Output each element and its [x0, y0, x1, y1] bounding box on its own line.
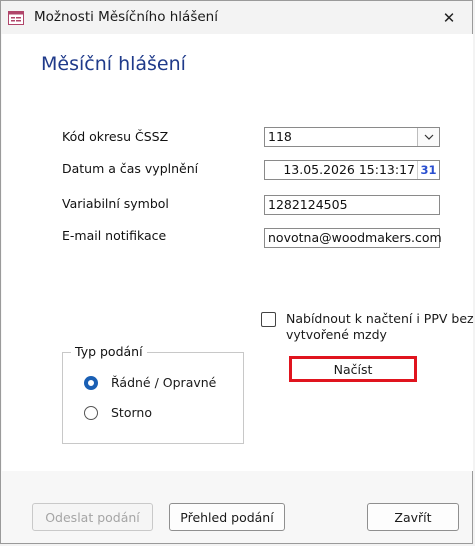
datum-value: 13.05.2026 15:13:17: [283, 162, 415, 177]
radio-unselected-icon[interactable]: [84, 406, 98, 420]
send-label: Odeslat podání: [45, 509, 140, 525]
radio-radne-label: Řádné / Opravné: [111, 375, 217, 390]
page-title: Měsíční hlášení: [41, 53, 186, 75]
radio-storno-label: Storno: [111, 405, 152, 420]
variabilni-field[interactable]: 1282124505: [264, 195, 440, 215]
overview-button[interactable]: Přehled podání: [169, 503, 285, 531]
dialog-content: Měsíční hlášení Kód okresu ČSSZ 118 Datu…: [2, 34, 474, 471]
dialog-window: Možnosti Měsíčního hlášení ✕ Měsíční hlá…: [0, 0, 474, 544]
close-label: Zavřít: [394, 509, 432, 525]
close-button[interactable]: Zavřít: [367, 503, 459, 531]
kod-okresu-label: Kód okresu ČSSZ: [62, 129, 169, 144]
variabilni-label: Variabilní symbol: [62, 196, 169, 211]
datum-field[interactable]: 13.05.2026 15:13:17 31: [264, 160, 440, 180]
calendar-icon[interactable]: 31: [417, 161, 439, 179]
typ-podani-group: Typ podání Řádné / Opravné Storno: [62, 344, 244, 444]
nacist-label: Načíst: [333, 361, 373, 377]
email-label: E-mail notifikace: [62, 228, 167, 243]
title-bar: Možnosti Měsíčního hlášení ✕: [1, 1, 472, 34]
typ-podani-legend: Typ podání: [71, 344, 147, 359]
kod-okresu-value: 118: [268, 129, 292, 144]
send-button[interactable]: Odeslat podání: [32, 503, 153, 531]
datum-label: Datum a čas vyplnění: [62, 161, 199, 176]
window-title: Možnosti Měsíčního hlášení: [34, 9, 218, 25]
chevron-down-icon[interactable]: [417, 128, 439, 146]
ppv-checkbox-label: Nabídnout k načtení i PPV bez vytvořené …: [286, 311, 474, 342]
nacist-button[interactable]: Načíst: [289, 356, 417, 382]
radio-selected-icon[interactable]: [84, 376, 98, 390]
overview-label: Přehled podání: [180, 509, 274, 525]
email-field[interactable]: novotna@woodmakers.com: [264, 228, 442, 248]
kod-okresu-combo[interactable]: 118: [264, 127, 440, 147]
ppv-checkbox[interactable]: [261, 312, 276, 327]
close-icon: ✕: [442, 8, 456, 27]
close-window-button[interactable]: ✕: [426, 1, 472, 34]
form-icon: [8, 10, 24, 25]
